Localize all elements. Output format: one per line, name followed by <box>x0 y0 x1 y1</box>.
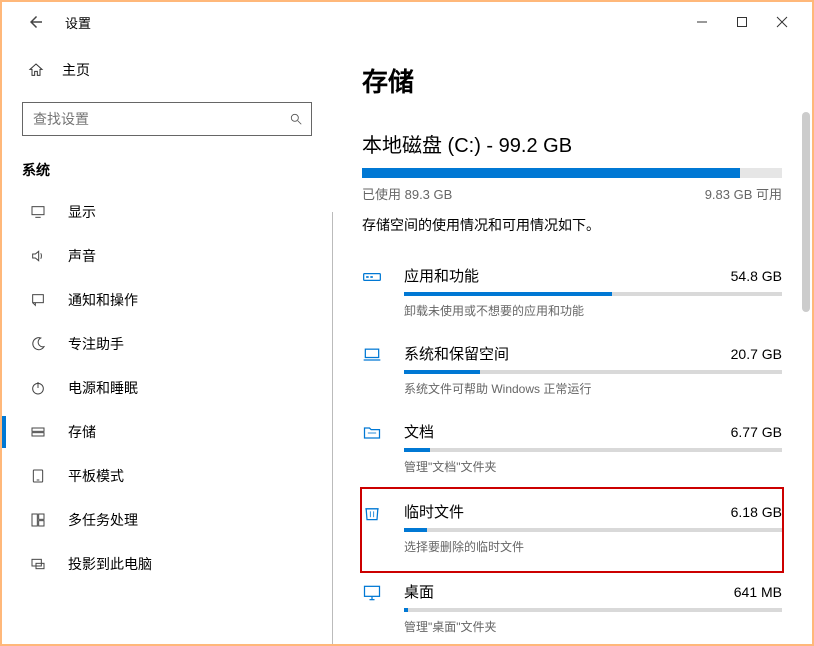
disk-used-label: 已使用 89.3 GB <box>362 184 452 203</box>
folder-icon <box>362 421 388 475</box>
storage-item-sub: 管理"桌面"文件夹 <box>404 618 782 635</box>
storage-item-size: 6.77 GB <box>731 424 782 440</box>
sidebar-item-label: 专注助手 <box>68 334 124 354</box>
maximize-icon <box>736 16 748 28</box>
storage-item-sub: 系统文件可帮助 Windows 正常运行 <box>404 380 782 397</box>
storage-item-bar <box>404 292 782 296</box>
storage-item-bar <box>404 370 782 374</box>
trash-icon <box>362 501 388 555</box>
scrollbar-thumb[interactable] <box>802 112 810 312</box>
focus-icon <box>30 336 48 352</box>
disk-usage-bar <box>362 168 782 178</box>
search-input[interactable] <box>31 110 289 128</box>
sidebar-item-label: 多任务处理 <box>68 510 138 530</box>
storage-item-fill <box>404 608 408 612</box>
storage-item-size: 20.7 GB <box>731 346 782 362</box>
storage-item-fill <box>404 292 612 296</box>
storage-item-sub: 卸载未使用或不想要的应用和功能 <box>404 302 782 319</box>
disk-usage-fill <box>362 168 740 178</box>
sidebar-item-label: 通知和操作 <box>68 290 138 310</box>
storage-item-name: 应用和功能 <box>404 265 479 286</box>
minimize-icon <box>696 16 708 28</box>
sidebar-item-label: 声音 <box>68 246 96 266</box>
sidebar-item-sound[interactable]: 声音 <box>22 234 312 278</box>
storage-list: 应用和功能 54.8 GB 卸载未使用或不想要的应用和功能系统和保留空间 20.7 G… <box>362 255 782 644</box>
disk-labels: 已使用 89.3 GB 9.83 GB 可用 <box>362 184 782 203</box>
disk-title: 本地磁盘 (C:) - 99.2 GB <box>362 129 782 158</box>
notifications-icon <box>30 292 48 308</box>
sidebar-item-power[interactable]: 电源和睡眠 <box>22 366 312 410</box>
storage-item-name: 系统和保留空间 <box>404 343 509 364</box>
close-icon <box>776 16 788 28</box>
display-icon <box>30 204 48 220</box>
sound-icon <box>30 248 48 264</box>
app-title: 设置 <box>65 13 91 32</box>
sidebar-item-project[interactable]: 投影到此电脑 <box>22 542 312 586</box>
disk-free-label: 9.83 GB 可用 <box>705 184 782 203</box>
sidebar-item-label: 平板模式 <box>68 466 124 486</box>
storage-item-bar <box>404 528 782 532</box>
storage-item[interactable]: 应用和功能 54.8 GB 卸载未使用或不想要的应用和功能 <box>362 255 782 333</box>
titlebar: 设置 <box>2 2 812 42</box>
back-button[interactable] <box>27 13 45 31</box>
project-icon <box>30 556 48 572</box>
minimize-button[interactable] <box>682 6 722 38</box>
storage-item-fill <box>404 448 430 452</box>
sidebar-item-notifications[interactable]: 通知和操作 <box>22 278 312 322</box>
storage-item[interactable]: 系统和保留空间 20.7 GB 系统文件可帮助 Windows 正常运行 <box>362 333 782 411</box>
close-button[interactable] <box>762 6 802 38</box>
scrollbar[interactable] <box>802 112 810 634</box>
home-button[interactable]: 主页 <box>22 52 312 88</box>
sidebar: 主页 系统 显示声音通知和操作专注助手电源和睡眠存储平板模式多任务处理投影到此电… <box>2 42 332 644</box>
sidebar-item-focus[interactable]: 专注助手 <box>22 322 312 366</box>
sidebar-section-title: 系统 <box>22 160 312 180</box>
sidebar-item-label: 显示 <box>68 202 96 222</box>
storage-item-fill <box>404 528 427 532</box>
sidebar-item-storage[interactable]: 存储 <box>22 410 312 454</box>
storage-item-fill <box>404 370 480 374</box>
main-content: 存储 本地磁盘 (C:) - 99.2 GB 已使用 89.3 GB 9.83 … <box>332 42 812 644</box>
search-box[interactable] <box>22 102 312 136</box>
storage-item-size: 641 MB <box>734 584 782 600</box>
page-title: 存储 <box>362 62 782 99</box>
sidebar-item-label: 电源和睡眠 <box>68 378 138 398</box>
storage-item[interactable]: 临时文件 6.18 GB 选择要删除的临时文件 <box>360 487 784 573</box>
storage-item-bar <box>404 608 782 612</box>
storage-icon <box>30 424 48 440</box>
storage-desc: 存储空间的使用情况和可用情况如下。 <box>362 215 782 235</box>
storage-item[interactable]: 桌面 641 MB 管理"桌面"文件夹 <box>362 571 782 644</box>
storage-item-sub: 选择要删除的临时文件 <box>404 538 782 555</box>
back-icon <box>27 13 45 31</box>
apps-icon <box>362 265 388 319</box>
storage-item-size: 6.18 GB <box>731 504 782 520</box>
power-icon <box>30 380 48 396</box>
maximize-button[interactable] <box>722 6 762 38</box>
storage-item-bar <box>404 448 782 452</box>
desktop-icon <box>362 581 388 635</box>
storage-item-name: 桌面 <box>404 581 434 602</box>
storage-item-sub: 管理"文档"文件夹 <box>404 458 782 475</box>
storage-item-name: 文档 <box>404 421 434 442</box>
home-label: 主页 <box>62 60 90 80</box>
storage-item-name: 临时文件 <box>404 501 464 522</box>
settings-window: 设置 主页 <box>0 0 814 646</box>
sidebar-nav: 显示声音通知和操作专注助手电源和睡眠存储平板模式多任务处理投影到此电脑 <box>22 190 312 586</box>
laptop-icon <box>362 343 388 397</box>
sidebar-item-label: 存储 <box>68 422 96 442</box>
tablet-icon <box>30 468 48 484</box>
multitask-icon <box>30 512 48 528</box>
sidebar-item-tablet[interactable]: 平板模式 <box>22 454 312 498</box>
sidebar-item-multitask[interactable]: 多任务处理 <box>22 498 312 542</box>
search-icon <box>289 112 303 126</box>
sidebar-item-label: 投影到此电脑 <box>68 554 152 574</box>
storage-item-size: 54.8 GB <box>731 268 782 284</box>
home-icon <box>28 62 44 78</box>
sidebar-item-display[interactable]: 显示 <box>22 190 312 234</box>
storage-item[interactable]: 文档 6.77 GB 管理"文档"文件夹 <box>362 411 782 489</box>
